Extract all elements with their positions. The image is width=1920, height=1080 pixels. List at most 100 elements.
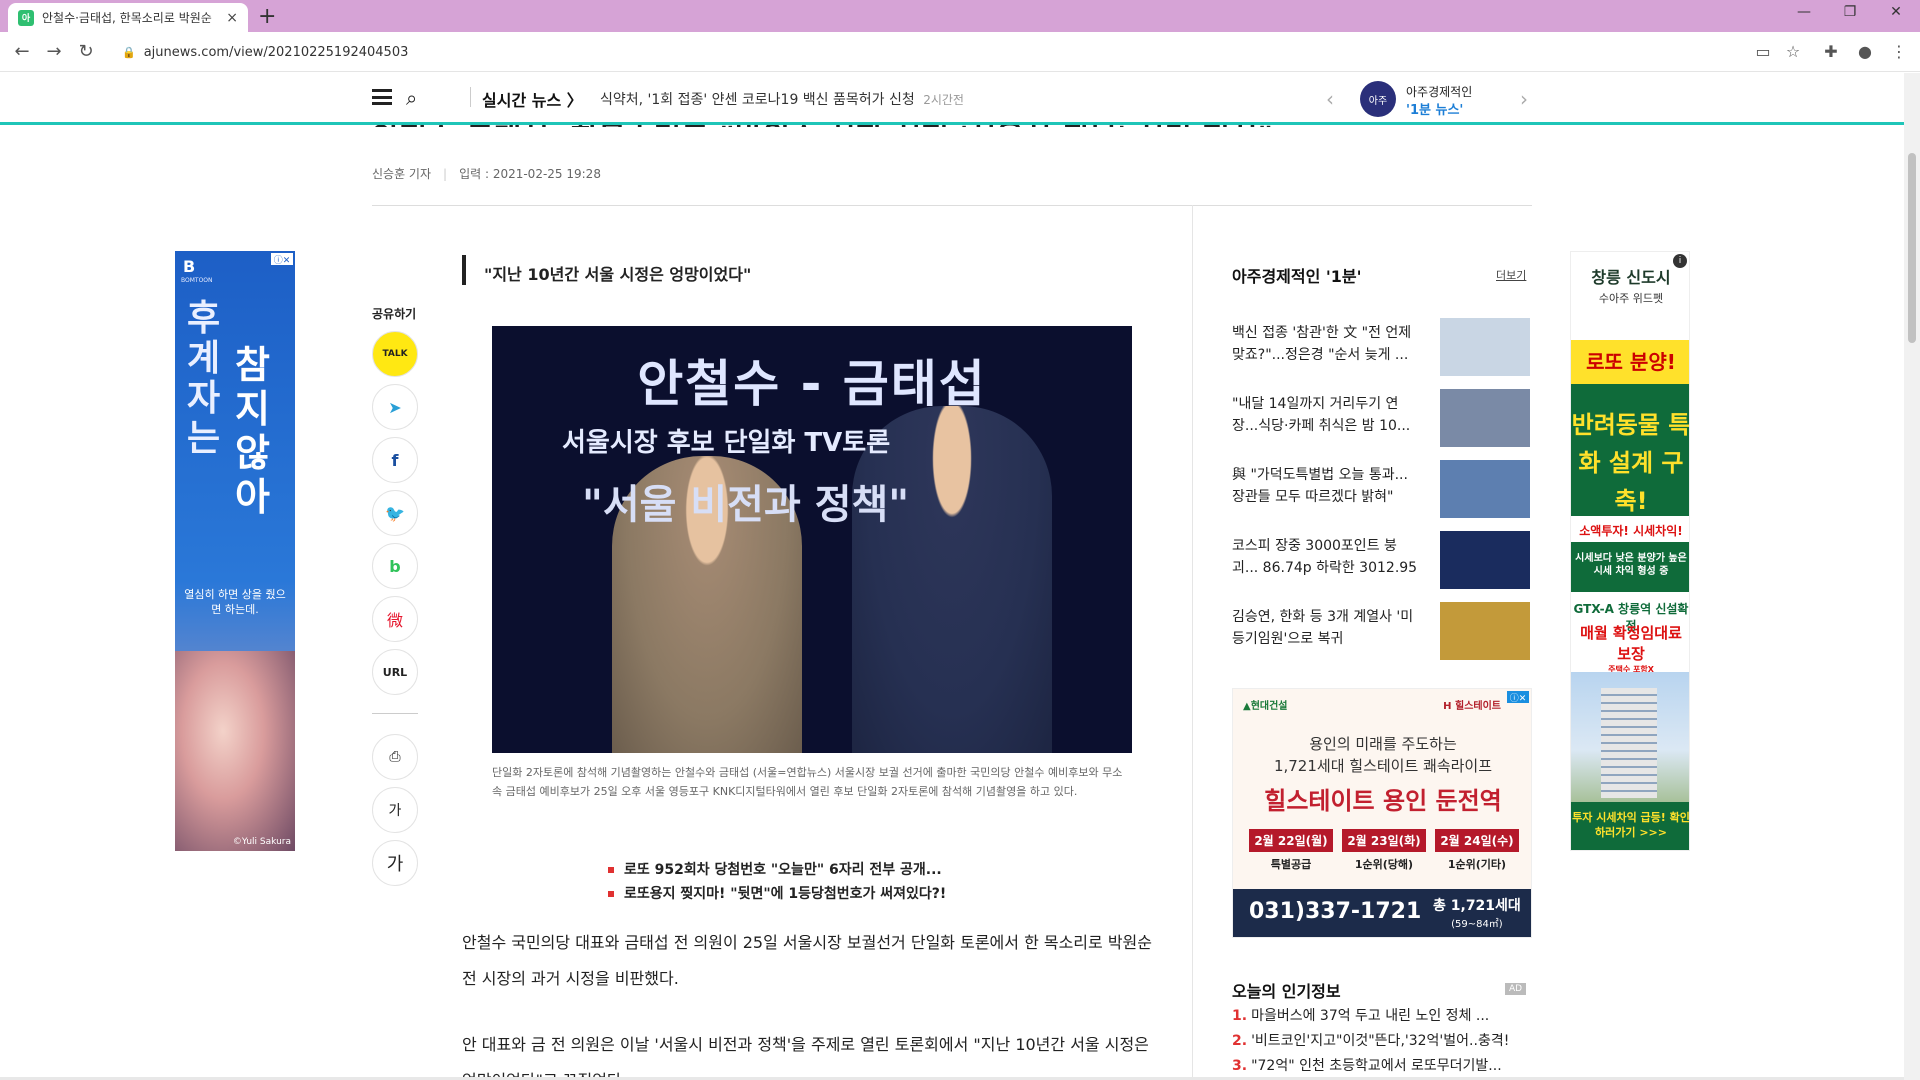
ad-price: 시세보다 낮은 분양가 높은 시세 차익 형성 중: [1571, 542, 1689, 592]
weibo-icon[interactable]: 微: [372, 596, 418, 642]
facebook-icon[interactable]: f: [372, 437, 418, 483]
kakaotalk-icon[interactable]: TALK: [372, 331, 418, 377]
chevron-right-icon[interactable]: ›: [1520, 87, 1528, 111]
forward-icon[interactable]: →: [42, 41, 66, 62]
address-bar[interactable]: 🔒 ajunews.com/view/20210225192404503: [110, 38, 1770, 66]
onemin-logo[interactable]: 아주: [1360, 81, 1396, 117]
lock-icon: 🔒: [122, 45, 136, 59]
bookmark-star-icon[interactable]: ☆: [1782, 42, 1804, 61]
page-scrollbar[interactable]: [1904, 73, 1920, 1080]
ad-date-day: 2월 24일(수): [1435, 829, 1519, 852]
ad-brand-name: BOMTOON: [181, 277, 213, 284]
photo-text-line1: 안철수 - 금태섭: [637, 355, 987, 413]
ad-headline-2: 참지않아: [235, 343, 270, 519]
minimize-icon[interactable]: —: [1784, 4, 1824, 20]
ad-builder: ▲현대건설: [1243, 701, 1288, 712]
ad-total-sub: (59~84㎡): [1451, 919, 1503, 930]
restore-icon[interactable]: ❐: [1830, 4, 1870, 20]
right-skyscraper-ad[interactable]: i 창릉 신도시 수아주 위드펫 로또 분양! 반려동물 특화 설계 구축! 소…: [1570, 251, 1690, 851]
ad-close-icon[interactable]: ⓘ✕: [1507, 691, 1529, 704]
photo-text-line2: 서울시장 후보 단일화 TV토론: [562, 428, 891, 458]
ad-contact-bar: 031)337-1721 총 1,721세대 (59~84㎡): [1233, 889, 1531, 937]
scrollbar-thumb[interactable]: [1908, 153, 1916, 343]
hamburger-menu-icon[interactable]: [372, 89, 392, 105]
onemin-news-item[interactable]: 백신 접종 '참관'한 文 "전 언제 맞죠?"...정은경 "순서 늦게 ..…: [1232, 318, 1532, 380]
related-link-2[interactable]: 로또용지 찢지마! "뒷면"에 1등당첨번호가 써져있다?!: [608, 883, 946, 903]
ad-line-3: 힐스테이트 용인 둔전역: [1264, 787, 1502, 815]
hillstate-ad[interactable]: ▲현대건설 H 힐스테이트 ⓘ✕ 용인의 미래를 주도하는 1,721세대 힐스…: [1232, 688, 1532, 938]
share-label: 공유하기: [372, 307, 417, 321]
onemin-news-item[interactable]: 與 "가덕도특별법 오늘 통과...장관들 모두 따르겠다 밝혀": [1232, 460, 1532, 522]
ad-brand: 수아주 위드펫: [1598, 292, 1664, 305]
popular-info-item[interactable]: 1. 마을버스에 37억 두고 내린 노인 정체 ...: [1232, 1005, 1532, 1025]
site-favicon-icon: 아: [18, 9, 34, 26]
browser-tabbar: 아 안철수·금태섭, 한목소리로 박원순 × + — ❐ ✕: [0, 0, 1920, 32]
ad-date-day: 2월 23일(화): [1342, 829, 1426, 852]
ad-brand-logo: B: [183, 257, 196, 276]
onemin-news-title: 백신 접종 '참관'한 文 "전 언제 맞죠?"...정은경 "순서 늦게 ..…: [1232, 325, 1412, 363]
onemin-bottom-text[interactable]: '1분 뉴스': [1406, 99, 1463, 118]
ad-pet-design: 반려동물 특화 설계 구축!: [1571, 384, 1689, 516]
ad-tagline: 열심히 하면 상을 줬으면 하는데.: [184, 588, 286, 616]
ad-line-1: 용인의 미래를 주도하는: [1309, 735, 1457, 753]
telegram-icon[interactable]: ➤: [372, 384, 418, 430]
popular-text: 마을버스에 37억 두고 내린 노인 정체 ...: [1251, 1008, 1490, 1024]
browser-toolbar: ← → ↻ 🔒 ajunews.com/view/202102251924045…: [0, 32, 1920, 72]
onemin-news-item[interactable]: 김승연, 한화 등 3개 계열사 '미등기임원'으로 복귀: [1232, 602, 1532, 664]
onemin-news-item[interactable]: "내달 14일까지 거리두기 연장...식당·카페 취식은 밤 10...: [1232, 389, 1532, 451]
font-increase-icon[interactable]: 가: [372, 840, 418, 886]
ad-rent: 매월 확정임대료 보장 주택수 포함X: [1571, 622, 1689, 674]
search-icon[interactable]: ⌕: [406, 86, 417, 110]
ad-date: 2월 23일(화) 1순위(당해): [1342, 829, 1426, 872]
related-link-1[interactable]: 로또 952회차 당첨번호 "오늘만" 6자리 전부 공개...: [608, 859, 942, 879]
tab-title: 안철수·금태섭, 한목소리로 박원순: [42, 11, 212, 25]
ad-brand: H 힐스테이트: [1443, 701, 1501, 712]
publish-date: 입력 : 2021-02-25 19:28: [459, 167, 601, 181]
ad-date: 2월 22일(월) 특별공급: [1249, 829, 1333, 872]
band-icon[interactable]: b: [372, 543, 418, 589]
twitter-icon[interactable]: 🐦: [372, 490, 418, 536]
related-link-text: 로또용지 찢지마! "뒷면"에 1등당첨번호가 써져있다?!: [624, 886, 947, 902]
popular-info-item[interactable]: 2. '비트코인'지고"이것"뜬다,'32억'벌어..충격!: [1232, 1030, 1532, 1050]
ad-date-day: 2월 22일(월): [1249, 829, 1333, 852]
subtitle-bar: [462, 255, 466, 285]
live-news-headline[interactable]: 식약처, '1회 접종' 얀센 코로나19 백신 품목허가 신청 2시간전: [600, 89, 964, 109]
ad-cta[interactable]: 투자 시세차익 급등! 확인하러가기 >>>: [1571, 802, 1689, 850]
reload-icon[interactable]: ↻: [74, 41, 98, 62]
article-subtitle: "지난 10년간 서울 시정은 엉망이었다": [484, 265, 752, 284]
related-link-text: 로또 952회차 당첨번호 "오늘만" 6자리 전부 공개...: [624, 862, 942, 878]
red-bullet-icon: [608, 891, 614, 897]
onemin-news-thumbnail: [1440, 460, 1530, 518]
ad-building-image: [1571, 672, 1689, 802]
font-decrease-icon[interactable]: 가: [372, 787, 418, 833]
popular-info-item[interactable]: 3. "72억" 인천 초등학교에서 로또무더기발...: [1232, 1055, 1532, 1075]
ad-rent-main: 매월 확정임대료 보장: [1580, 624, 1682, 663]
new-tab-button[interactable]: +: [258, 4, 276, 29]
article-photo[interactable]: 안철수 - 금태섭 서울시장 후보 단일화 TV토론 "서울 비전과 정책": [492, 326, 1132, 753]
ad-headline-1: 후계자는: [187, 298, 221, 459]
onemin-news-item[interactable]: 코스피 장중 3000포인트 붕괴... 86.74p 하락한 3012.95 …: [1232, 531, 1532, 593]
browser-tab[interactable]: 아 안철수·금태섭, 한목소리로 박원순 ×: [8, 3, 248, 32]
back-icon[interactable]: ←: [10, 41, 34, 62]
print-icon[interactable]: ⎙: [372, 734, 418, 780]
article-paragraph-2: 안 대표와 금 전 의원은 이날 '서울시 비전과 정책'을 주제로 열린 토론…: [462, 1035, 1149, 1080]
ad-lotto: 로또 분양!: [1571, 340, 1689, 384]
onemin-news-thumbnail: [1440, 531, 1530, 589]
live-news-link[interactable]: 실시간 뉴스 〉: [482, 87, 583, 111]
onemin-news-thumbnail: [1440, 602, 1530, 660]
web-page: 안철수·금태섭, 한목소리로 "박원순 시장 시절 '서울시 퇴보' 시킨 정치…: [0, 73, 1904, 1080]
ad-date: 2월 24일(수) 1순위(기타): [1435, 829, 1519, 872]
profile-avatar-icon[interactable]: ●: [1854, 42, 1876, 61]
cast-icon[interactable]: ▭: [1752, 42, 1774, 61]
ad-date-sub: 1순위(당해): [1354, 858, 1414, 871]
onemin-news-title: 김승연, 한화 등 3개 계열사 '미등기임원'으로 복귀: [1232, 609, 1414, 647]
more-link[interactable]: 더보기: [1496, 267, 1526, 283]
window-close-icon[interactable]: ✕: [1876, 4, 1916, 20]
ad-close-icon[interactable]: ⓘ✕: [271, 253, 293, 266]
url-copy-icon[interactable]: URL: [372, 649, 418, 695]
tab-close-icon[interactable]: ×: [226, 10, 238, 26]
extensions-icon[interactable]: ✚: [1820, 42, 1842, 61]
left-skyscraper-ad[interactable]: B BOMTOON ⓘ✕ 후계자는 참지않아 열심히 하면 상을 줬으면 하는데…: [175, 251, 295, 851]
chevron-left-icon[interactable]: ‹: [1326, 87, 1334, 111]
menu-kebab-icon[interactable]: ⋮: [1888, 42, 1910, 61]
